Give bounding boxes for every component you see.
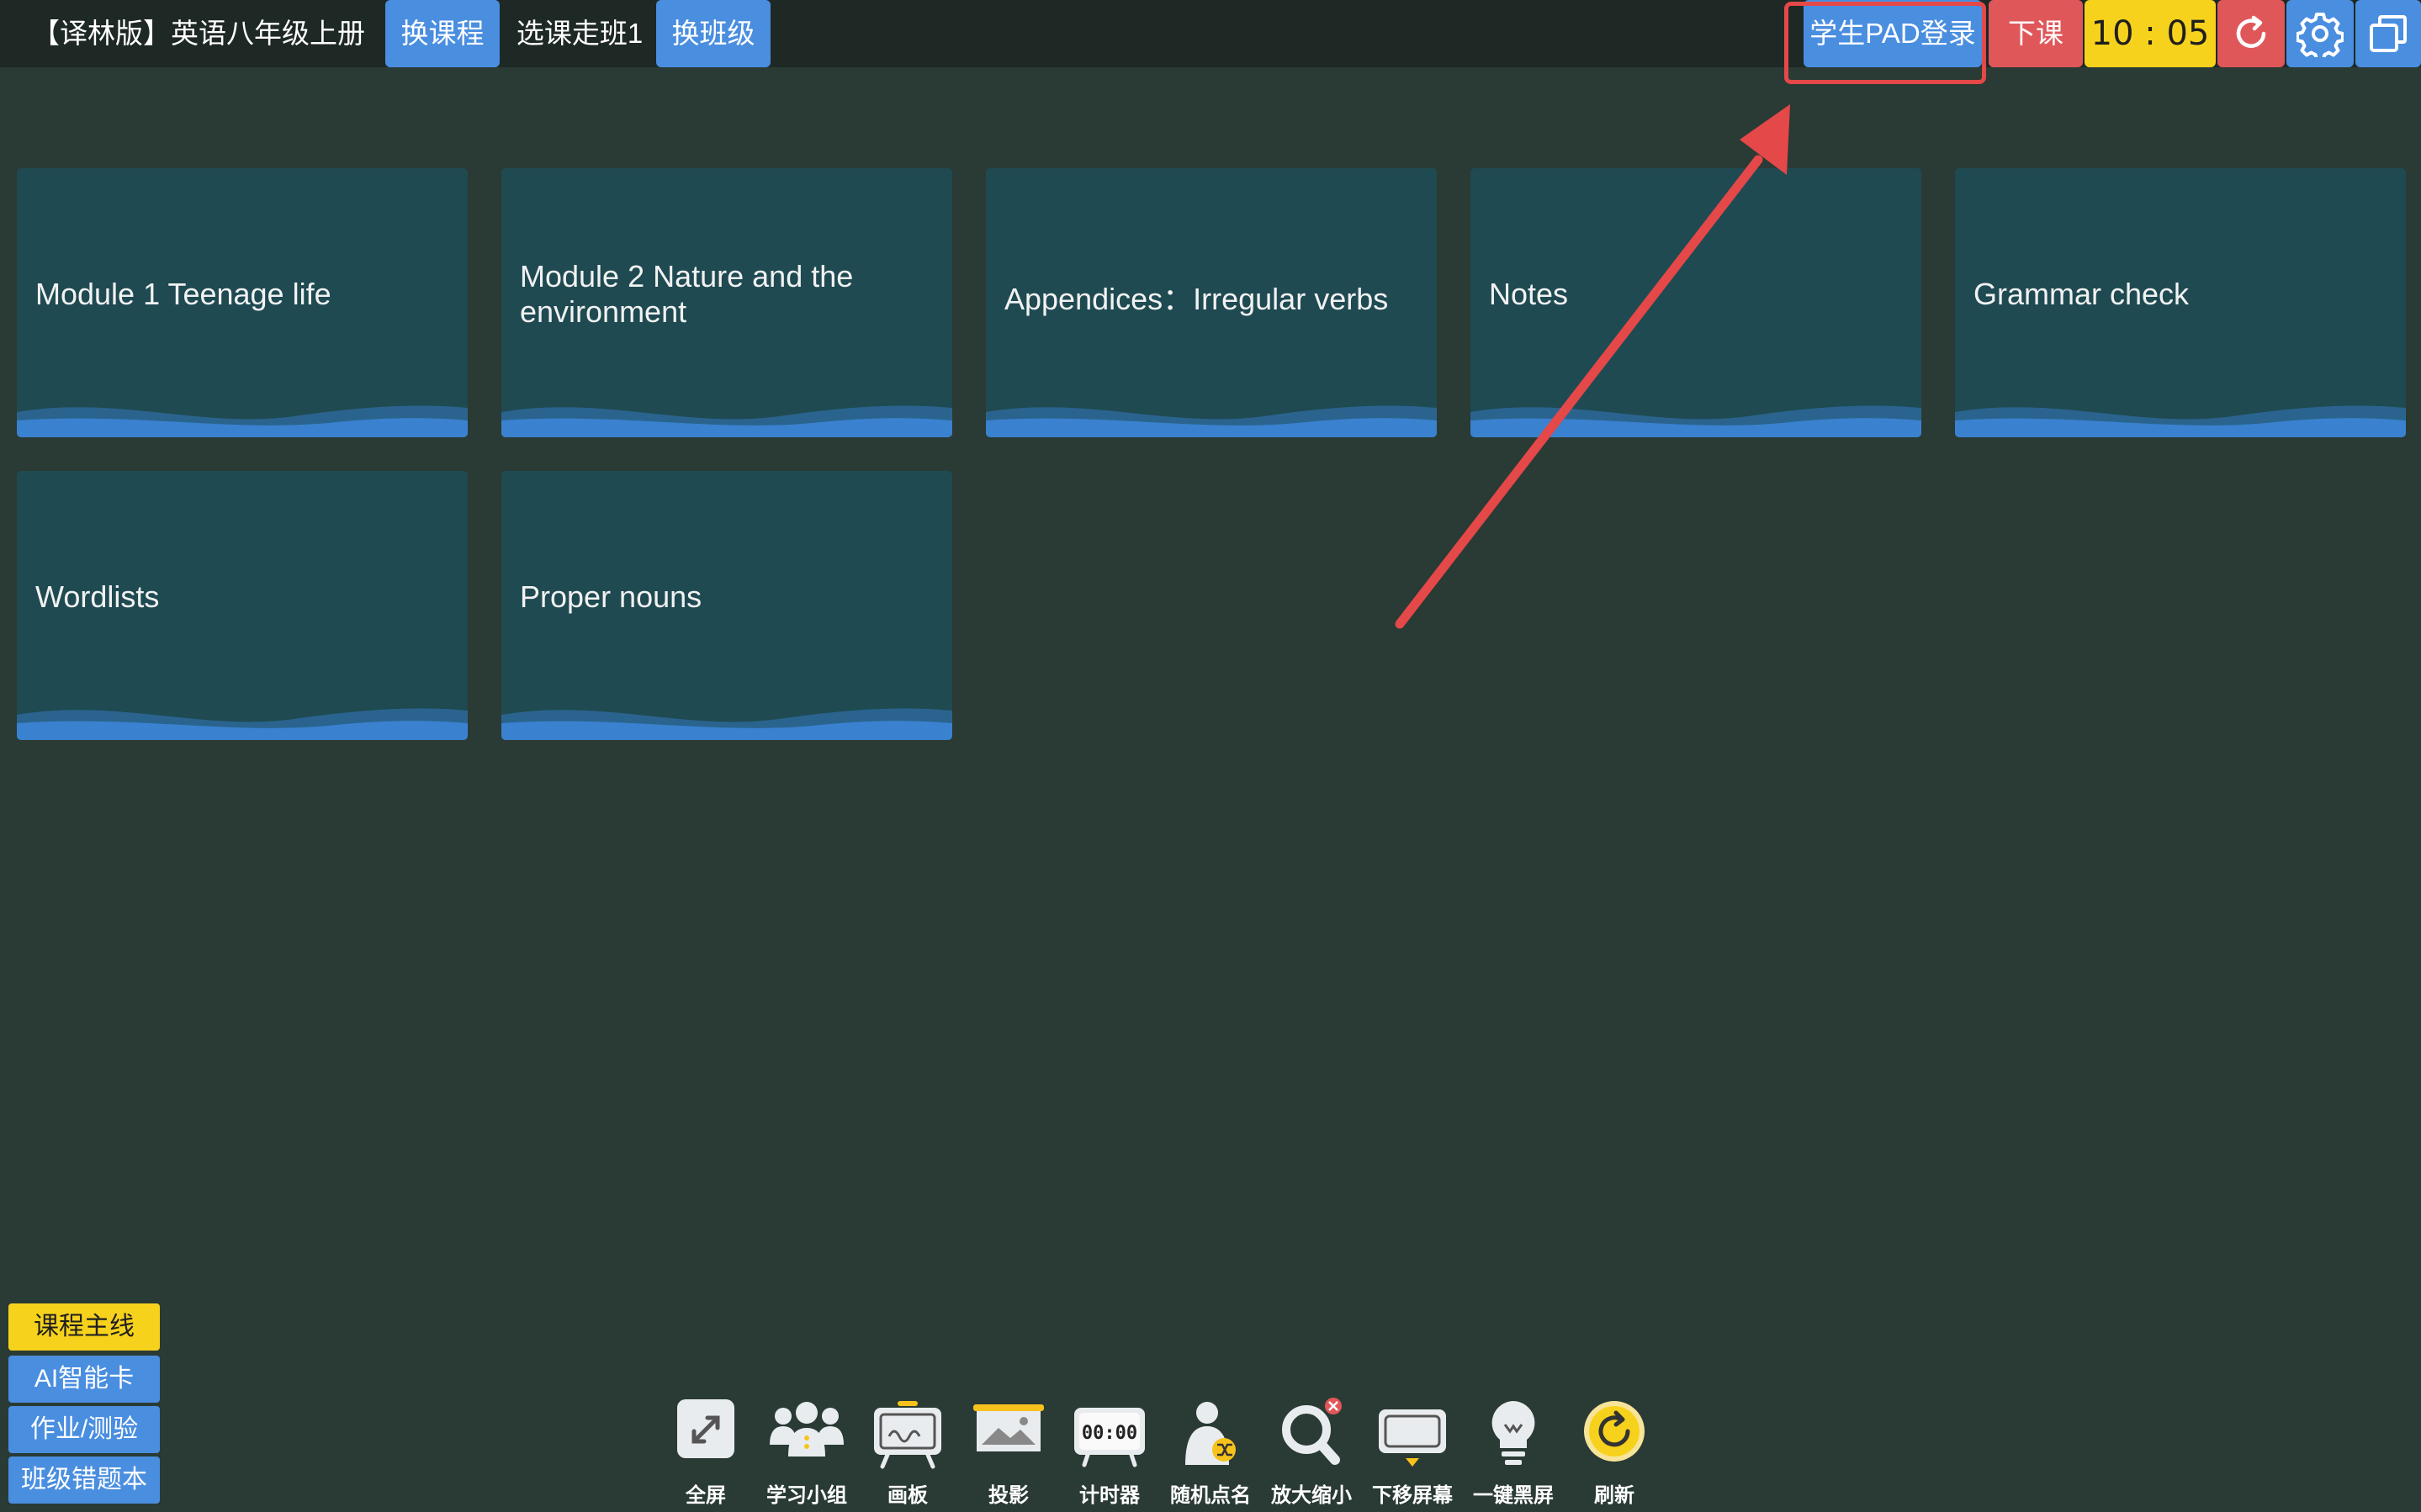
tool-label: 全屏: [686, 1484, 726, 1507]
random-call-icon: [1185, 1402, 1236, 1465]
side-tab-error-book[interactable]: 班级错题本: [8, 1456, 160, 1504]
tool-drawing-board[interactable]: 画板: [858, 1396, 957, 1507]
tool-label: 一键黑屏: [1473, 1484, 1554, 1507]
tool-fullscreen[interactable]: 全屏: [656, 1396, 755, 1507]
tool-black-screen[interactable]: 一键黑屏: [1464, 1396, 1563, 1507]
tool-refresh[interactable]: 刷新: [1565, 1396, 1664, 1507]
tool-label: 学习小组: [766, 1484, 847, 1507]
magnifier-icon: [1282, 1398, 1342, 1465]
group-icon: [770, 1402, 844, 1456]
tool-timer[interactable]: 00:00 计时器: [1060, 1396, 1159, 1507]
tool-label: 随机点名: [1170, 1484, 1251, 1507]
tool-label: 放大缩小: [1271, 1484, 1352, 1507]
tool-label: 画板: [887, 1484, 928, 1507]
tool-label: 下移屏幕: [1372, 1484, 1453, 1507]
timer-display: 00:00: [1081, 1423, 1138, 1444]
projector-icon: [973, 1404, 1044, 1451]
side-tab-course-main[interactable]: 课程主线: [8, 1303, 160, 1351]
side-tab-homework-quiz[interactable]: 作业/测验: [8, 1406, 160, 1453]
side-tab-ai-card[interactable]: AI智能卡: [8, 1356, 160, 1403]
tool-label: 计时器: [1079, 1484, 1140, 1507]
tool-random-call[interactable]: 随机点名: [1161, 1396, 1260, 1507]
annotation-arrow: [1395, 104, 1790, 629]
tool-label: 刷新: [1594, 1484, 1634, 1507]
fullscreen-icon: [677, 1399, 734, 1458]
tool-label: 投影: [988, 1484, 1029, 1507]
tool-projection[interactable]: 投影: [959, 1396, 1058, 1507]
tool-zoom[interactable]: 放大缩小: [1262, 1396, 1361, 1507]
lightbulb-icon: [1491, 1401, 1535, 1465]
tool-study-group[interactable]: 学习小组: [757, 1396, 856, 1507]
drawing-board-icon: [874, 1401, 941, 1469]
refresh-icon: [1584, 1401, 1645, 1462]
screen-down-icon: [1379, 1409, 1446, 1467]
tool-screen-down[interactable]: 下移屏幕: [1363, 1396, 1462, 1507]
